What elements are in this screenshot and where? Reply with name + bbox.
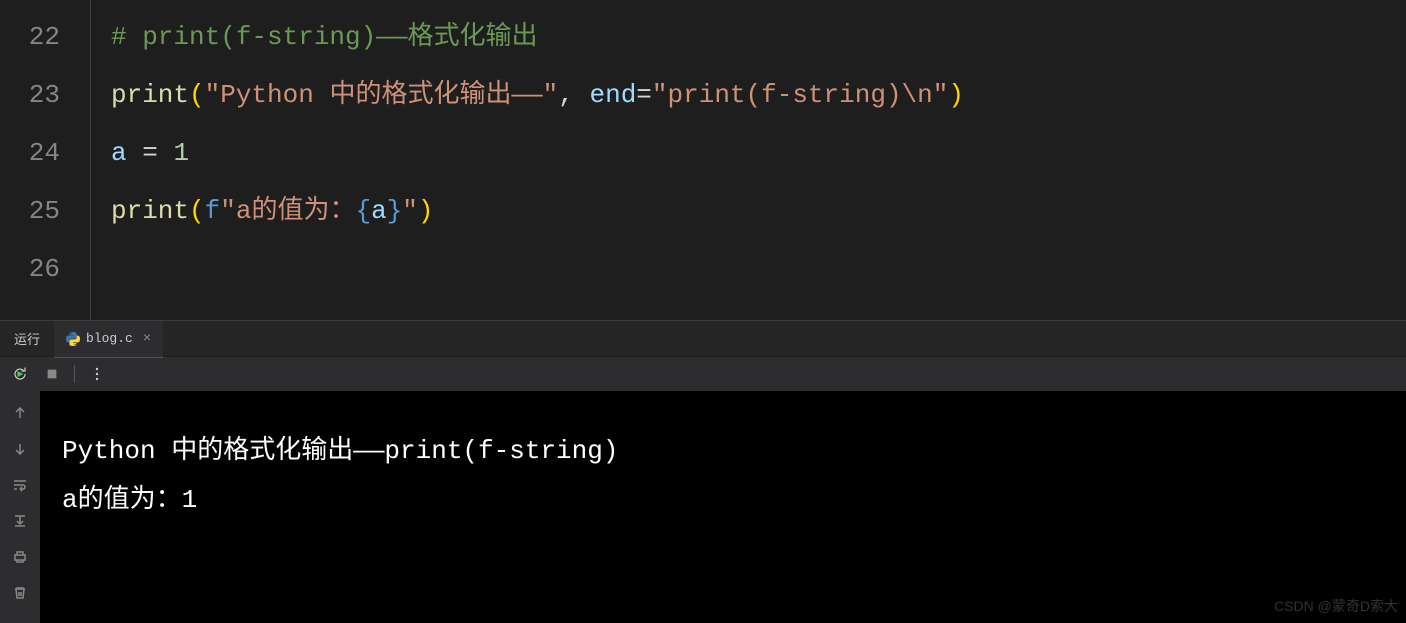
run-tab-label[interactable]: 运行	[0, 329, 54, 348]
number-token: 1	[173, 138, 189, 168]
stop-icon[interactable]	[42, 364, 62, 384]
terminal-body: Python 中的格式化输出——print(f-string) a的值为：1	[0, 391, 1406, 623]
code-line: a = 1	[111, 124, 1406, 182]
output-line: Python 中的格式化输出——print(f-string)	[62, 427, 1384, 476]
arrow-up-icon[interactable]	[10, 403, 30, 423]
line-number: 22	[0, 8, 90, 66]
paren-token: )	[948, 80, 964, 110]
watermark: CSDN @蒙奇D索大	[1274, 596, 1398, 616]
code-line: print("Python 中的格式化输出——", end="print(f-s…	[111, 66, 1406, 124]
line-number: 24	[0, 124, 90, 182]
bottom-panel: 运行 blog.c ×	[0, 320, 1406, 623]
kwarg-token: end	[589, 80, 636, 110]
operator-token: =	[636, 80, 652, 110]
trash-icon[interactable]	[10, 583, 30, 603]
code-line: print(f"a的值为：{a}")	[111, 182, 1406, 240]
variable-token: a	[111, 138, 127, 168]
wrap-icon[interactable]	[10, 475, 30, 495]
line-number: 26	[0, 240, 90, 298]
fstring-var-token: a	[371, 196, 387, 226]
panel-toolbar	[0, 357, 1406, 391]
brace-token: {	[355, 196, 371, 226]
output-line: a的值为：1	[62, 476, 1384, 525]
tab-filename: blog.c	[86, 331, 133, 346]
file-tab[interactable]: blog.c ×	[54, 321, 163, 357]
operator-token: =	[142, 138, 158, 168]
line-number: 23	[0, 66, 90, 124]
paren-token: )	[418, 196, 434, 226]
string-token: "a的值为：	[220, 196, 355, 226]
terminal-sidebar	[0, 391, 40, 623]
code-content[interactable]: # print(f-string)——格式化输出 print("Python 中…	[90, 0, 1406, 320]
comma-token: ,	[558, 80, 574, 110]
code-line: # print(f-string)——格式化输出	[111, 8, 1406, 66]
python-icon	[66, 332, 80, 346]
print-icon[interactable]	[10, 547, 30, 567]
line-number-gutter: 22 23 24 25 26	[0, 0, 90, 320]
fstring-prefix-token: f	[205, 196, 221, 226]
comment-token: # print(f-string)——格式化输出	[111, 22, 537, 52]
more-icon[interactable]	[87, 364, 107, 384]
paren-token: (	[189, 196, 205, 226]
brace-token: }	[387, 196, 403, 226]
rerun-icon[interactable]	[10, 364, 30, 384]
line-number: 25	[0, 182, 90, 240]
code-line	[111, 240, 1406, 298]
code-editor: 22 23 24 25 26 # print(f-string)——格式化输出 …	[0, 0, 1406, 320]
scroll-end-icon[interactable]	[10, 511, 30, 531]
close-icon[interactable]: ×	[143, 331, 151, 347]
function-token: print	[111, 80, 189, 110]
string-token: "print(f-string)\n"	[652, 80, 948, 110]
divider	[74, 365, 75, 383]
string-token: "Python 中的格式化输出——"	[205, 80, 559, 110]
panel-tab-bar: 运行 blog.c ×	[0, 321, 1406, 357]
terminal-output[interactable]: Python 中的格式化输出——print(f-string) a的值为：1	[40, 391, 1406, 623]
paren-token: (	[189, 80, 205, 110]
string-token: "	[402, 196, 418, 226]
function-token: print	[111, 196, 189, 226]
arrow-down-icon[interactable]	[10, 439, 30, 459]
